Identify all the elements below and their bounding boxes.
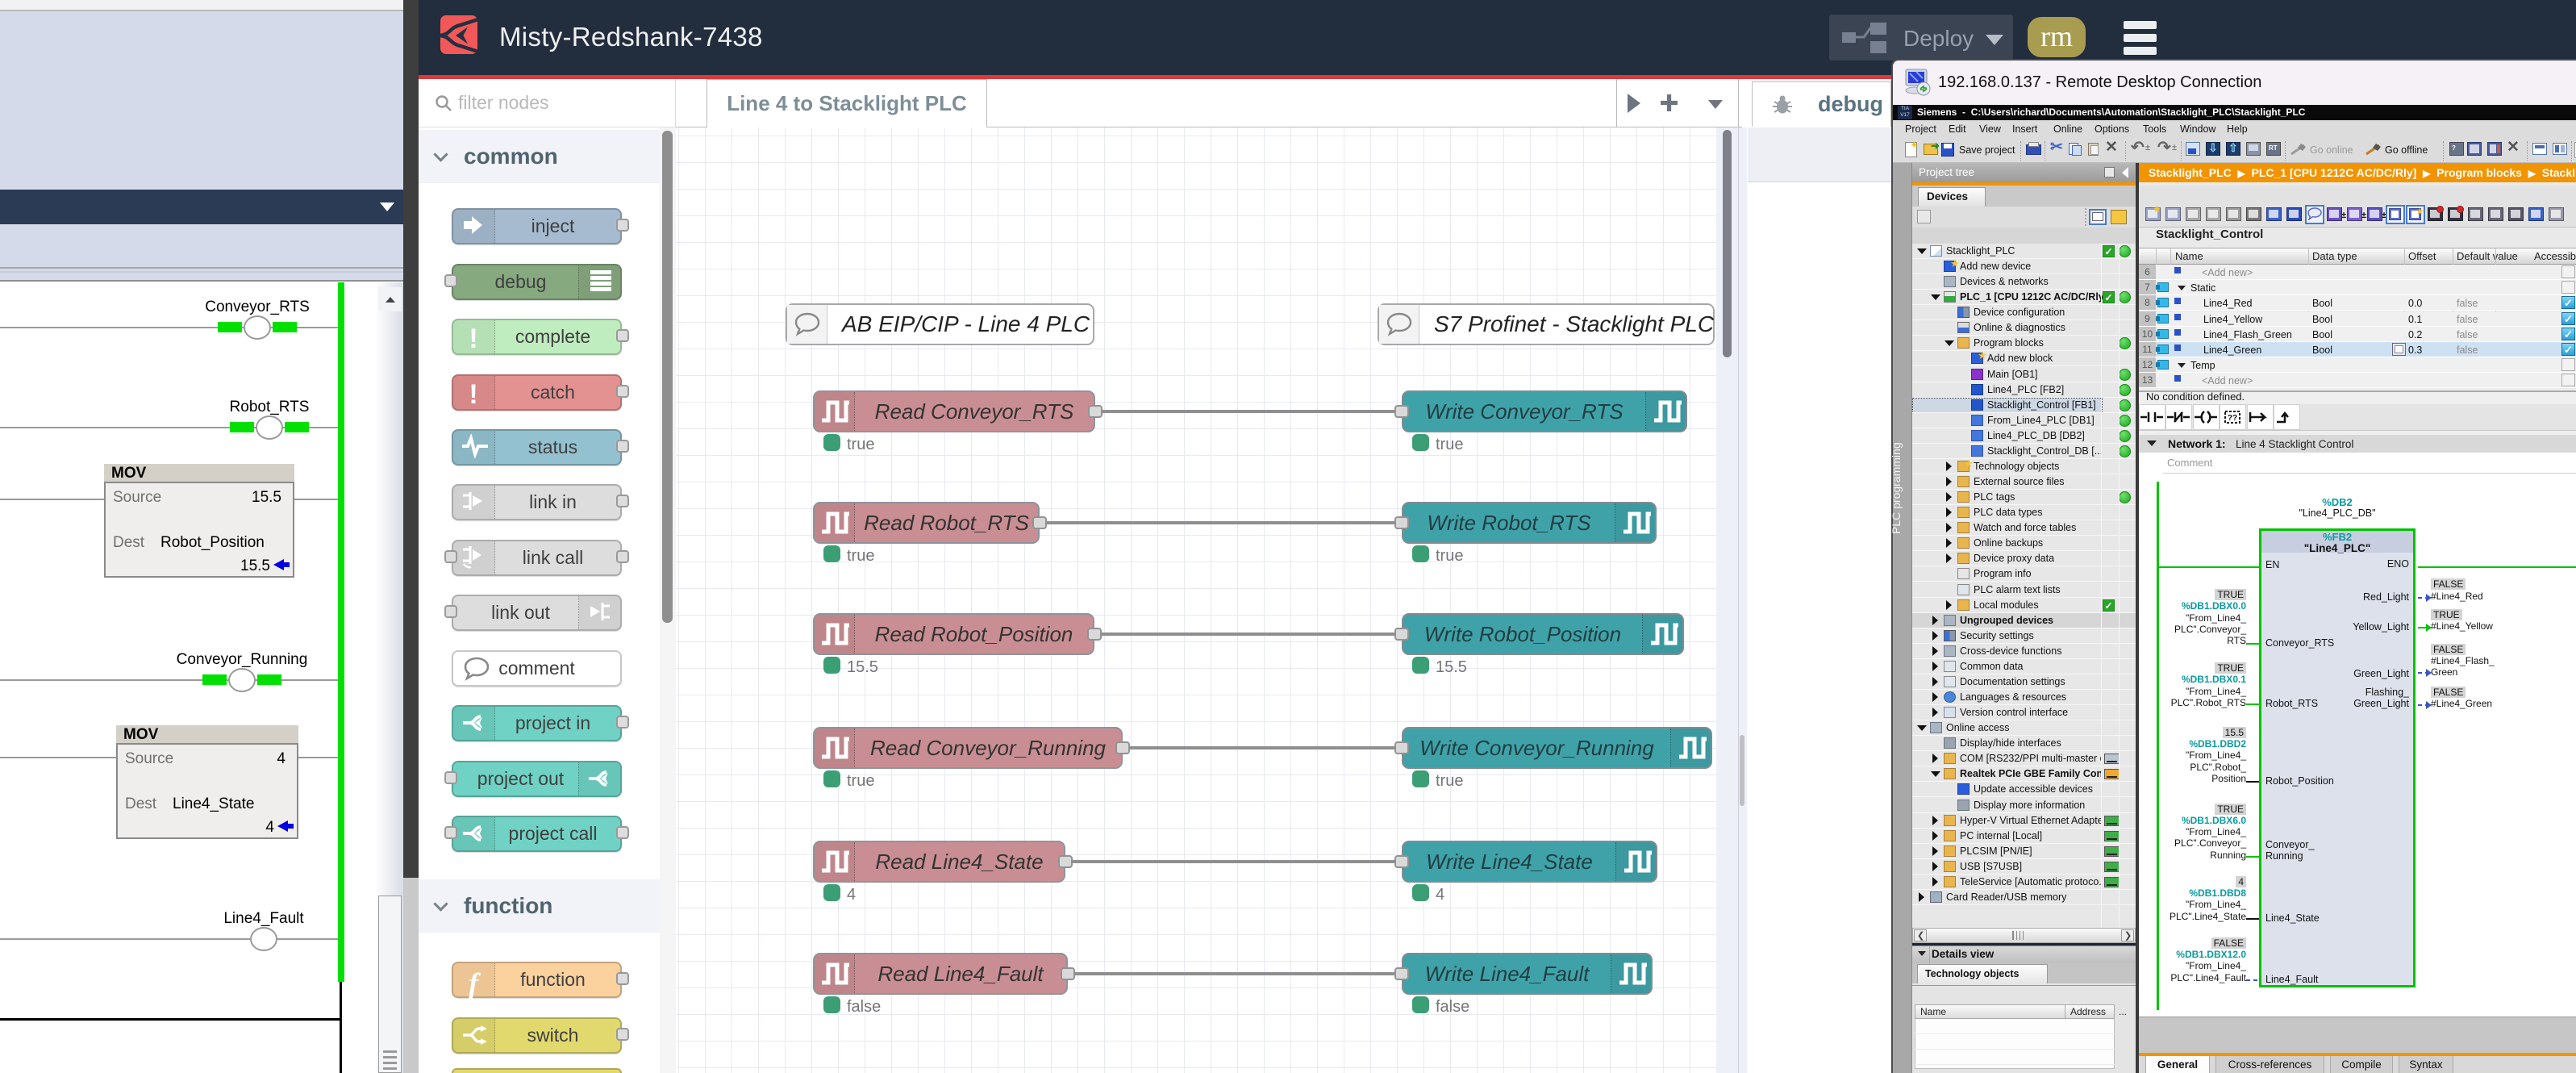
svg-text:??: ?? — [2228, 414, 2237, 423]
